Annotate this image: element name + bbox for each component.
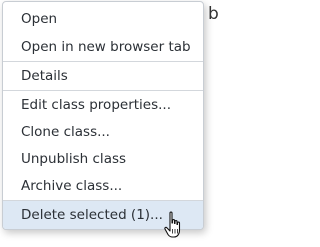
background-partial-text: b bbox=[208, 4, 219, 24]
menu-item-edit-class-properties[interactable]: Edit class properties... bbox=[3, 91, 203, 119]
menu-item-open-new-tab[interactable]: Open in new browser tab bbox=[3, 33, 203, 61]
menu-item-open[interactable]: Open bbox=[3, 5, 203, 33]
hand-pointer-icon bbox=[164, 211, 181, 238]
menu-item-details[interactable]: Details bbox=[3, 62, 203, 90]
context-menu: Open Open in new browser tab Details Edi… bbox=[2, 1, 204, 230]
menu-item-unpublish-class[interactable]: Unpublish class bbox=[3, 145, 203, 173]
menu-item-archive-class[interactable]: Archive class... bbox=[3, 172, 203, 200]
menu-item-clone-class[interactable]: Clone class... bbox=[3, 118, 203, 146]
